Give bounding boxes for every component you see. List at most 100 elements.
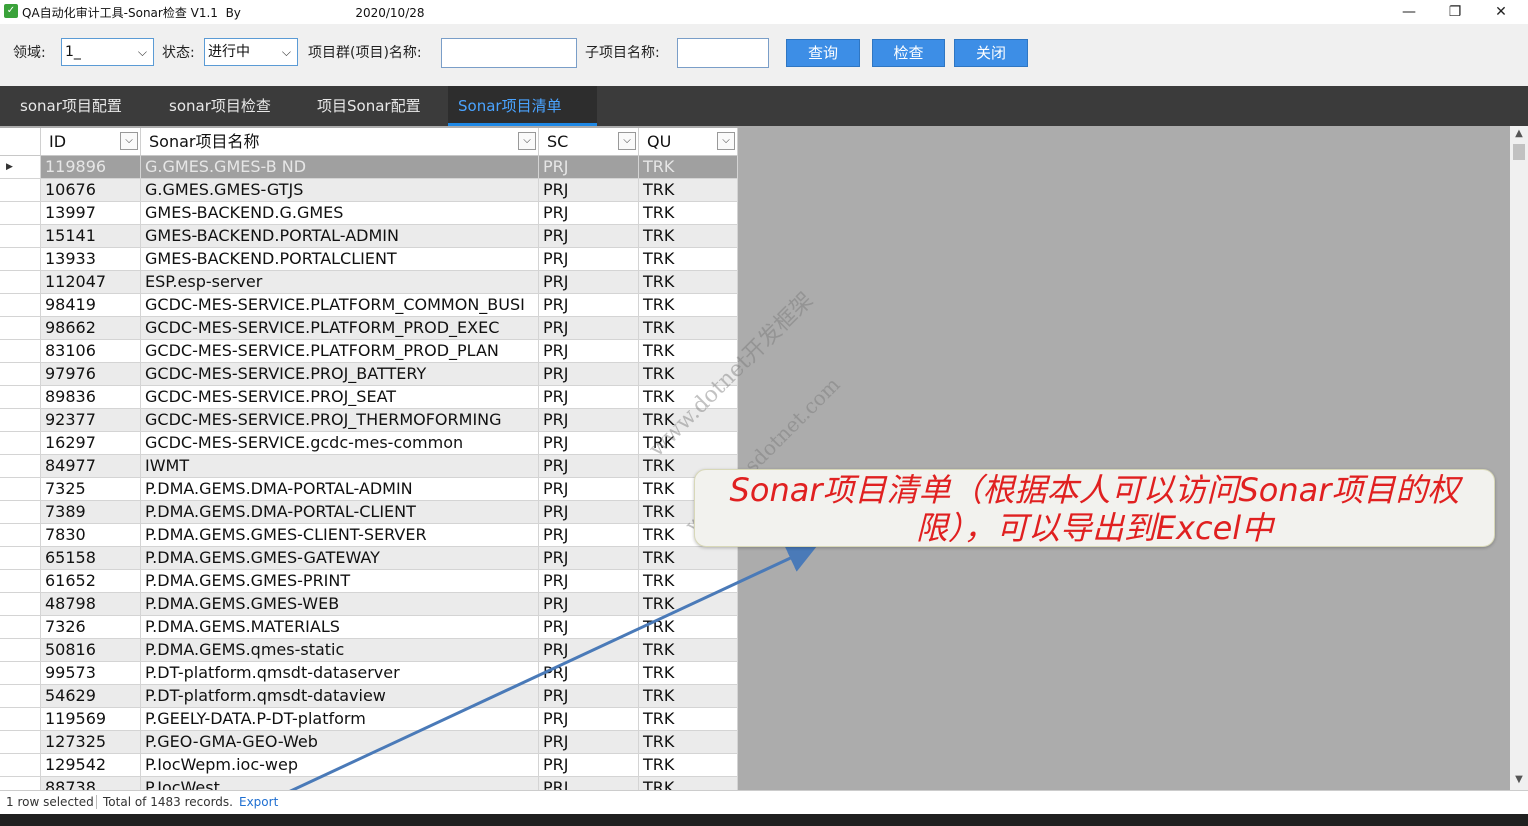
column-header-name[interactable]: Sonar项目名称 ⌵ [141,128,539,156]
project-group-input[interactable] [441,38,577,68]
table-cell-qu[interactable]: TRK [639,225,738,248]
table-cell-id[interactable]: 88738 [41,777,141,790]
table-cell-id[interactable]: 129542 [41,754,141,777]
filter-dropdown-icon[interactable]: ⌵ [618,132,636,150]
row-header[interactable] [0,271,41,294]
tab-sonar-project-config[interactable]: sonar项目配置 [10,86,132,126]
row-header[interactable] [0,294,41,317]
table-row[interactable]: 13997 GMES-BACKEND.G.GMES PRJ TRK [0,202,738,225]
table-row[interactable]: 112047 ESP.esp-server PRJ TRK [0,271,738,294]
table-cell-id[interactable]: 119896 [41,156,141,179]
table-cell-qu[interactable]: TRK [639,731,738,754]
table-cell-sc[interactable]: PRJ [539,271,639,294]
table-cell-id[interactable]: 112047 [41,271,141,294]
table-row[interactable]: 7389 P.DMA.GEMS.DMA-PORTAL-CLIENT PRJ TRK [0,501,738,524]
close-window-button[interactable]: ✕ [1478,0,1524,24]
table-cell-id[interactable]: 10676 [41,179,141,202]
table-cell-name[interactable]: GCDC-MES-SERVICE.gcdc-mes-common [141,432,539,455]
table-cell-sc[interactable]: PRJ [539,317,639,340]
table-row[interactable]: 99573 P.DT-platform.qmsdt-dataserver PRJ TR… [0,662,738,685]
table-cell-id[interactable]: 84977 [41,455,141,478]
table-cell-name[interactable]: P.DMA.GEMS.MATERIALS [141,616,539,639]
table-cell-qu[interactable]: TRK [639,248,738,271]
table-cell-name[interactable]: GMES-BACKEND.G.GMES [141,202,539,225]
row-header[interactable] [0,248,41,271]
table-cell-qu[interactable]: TRK [639,754,738,777]
table-cell-name[interactable]: GCDC-MES-SERVICE.PLATFORM_PROD_PLAN [141,340,539,363]
row-header[interactable] [0,386,41,409]
filter-dropdown-icon[interactable]: ⌵ [120,132,138,150]
table-row[interactable]: 127325 P.GEO-GMA-GEO-Web PRJ TRK [0,731,738,754]
table-cell-id[interactable]: 119569 [41,708,141,731]
row-header[interactable] [0,593,41,616]
table-cell-id[interactable]: 98662 [41,317,141,340]
minimize-button[interactable]: — [1386,0,1432,24]
close-button[interactable]: 关闭 [954,39,1028,67]
table-cell-sc[interactable]: PRJ [539,547,639,570]
table-cell-sc[interactable]: PRJ [539,777,639,790]
table-cell-sc[interactable]: PRJ [539,639,639,662]
export-link[interactable]: Export [239,791,278,813]
table-cell-name[interactable]: P.DMA.GEMS.qmes-static [141,639,539,662]
scroll-down-icon[interactable]: ▼ [1510,772,1528,788]
table-row[interactable]: 65158 P.DMA.GEMS.GMES-GATEWAY PRJ TRK [0,547,738,570]
table-cell-id[interactable]: 83106 [41,340,141,363]
table-cell-name[interactable]: P.DMA.GEMS.DMA-PORTAL-CLIENT [141,501,539,524]
table-cell-qu[interactable]: TRK [639,616,738,639]
table-cell-qu[interactable]: TRK [639,317,738,340]
table-cell-sc[interactable]: PRJ [539,708,639,731]
table-cell-name[interactable]: GMES-BACKEND.PORTALCLIENT [141,248,539,271]
table-cell-qu[interactable]: TRK [639,202,738,225]
maximize-button[interactable]: ❐ [1432,0,1478,24]
table-cell-name[interactable]: P.DT-platform.qmsdt-dataserver [141,662,539,685]
row-header[interactable] [0,317,41,340]
table-cell-id[interactable]: 13997 [41,202,141,225]
table-row[interactable]: 16297 GCDC-MES-SERVICE.gcdc-mes-common PRJ… [0,432,738,455]
table-cell-name[interactable]: G.GMES.GMES-GTJS [141,179,539,202]
sub-project-input[interactable] [677,38,769,68]
table-cell-name[interactable]: P.GEO-GMA-GEO-Web [141,731,539,754]
table-cell-id[interactable]: 7326 [41,616,141,639]
row-header[interactable] [0,501,41,524]
table-cell-name[interactable]: G.GMES.GMES-B ND [141,156,539,179]
row-header[interactable] [0,662,41,685]
tab-sonar-project-list[interactable]: Sonar项目清单 [448,86,597,126]
table-cell-sc[interactable]: PRJ [539,593,639,616]
table-cell-sc[interactable]: PRJ [539,754,639,777]
filter-dropdown-icon[interactable]: ⌵ [717,132,735,150]
table-cell-name[interactable]: P.GEELY-DATA.P-DT-platform [141,708,539,731]
table-row[interactable]: 15141 GMES-BACKEND.PORTAL-ADMIN PRJ TRK [0,225,738,248]
table-cell-sc[interactable]: PRJ [539,179,639,202]
row-header[interactable] [0,478,41,501]
table-cell-id[interactable]: 54629 [41,685,141,708]
table-cell-id[interactable]: 7830 [41,524,141,547]
column-header-sc[interactable]: SC ⌵ [539,128,639,156]
table-row[interactable]: 13933 GMES-BACKEND.PORTALCLIENT PRJ TRK [0,248,738,271]
column-header-id[interactable]: ID ⌵ [41,128,141,156]
table-cell-id[interactable]: 97976 [41,363,141,386]
table-cell-id[interactable]: 92377 [41,409,141,432]
table-cell-id[interactable]: 50816 [41,639,141,662]
table-cell-qu[interactable]: TRK [639,570,738,593]
table-row[interactable]: 92377 GCDC-MES-SERVICE.PROJ_THERMOFORMING… [0,409,738,432]
table-cell-sc[interactable]: PRJ [539,248,639,271]
tab-project-sonar-config[interactable]: 项目Sonar配置 [307,86,431,126]
table-cell-sc[interactable]: PRJ [539,432,639,455]
query-button[interactable]: 查询 [786,39,860,67]
table-cell-id[interactable]: 7325 [41,478,141,501]
table-row[interactable]: 61652 P.DMA.GEMS.GMES-PRINT PRJ TRK [0,570,738,593]
table-cell-name[interactable]: P.DMA.GEMS.GMES-GATEWAY [141,547,539,570]
row-header[interactable] [0,524,41,547]
table-cell-sc[interactable]: PRJ [539,478,639,501]
row-header[interactable] [0,409,41,432]
table-cell-name[interactable]: IWMT [141,455,539,478]
table-row[interactable]: 7830 P.DMA.GEMS.GMES-CLIENT-SERVER PRJ TRK [0,524,738,547]
table-row[interactable]: 84977 IWMT PRJ TRK [0,455,738,478]
table-cell-qu[interactable]: TRK [639,179,738,202]
table-cell-sc[interactable]: PRJ [539,570,639,593]
row-header[interactable] [0,340,41,363]
table-cell-id[interactable]: 127325 [41,731,141,754]
row-header[interactable] [0,777,41,790]
table-cell-sc[interactable]: PRJ [539,340,639,363]
table-cell-name[interactable]: GCDC-MES-SERVICE.PROJ_SEAT [141,386,539,409]
